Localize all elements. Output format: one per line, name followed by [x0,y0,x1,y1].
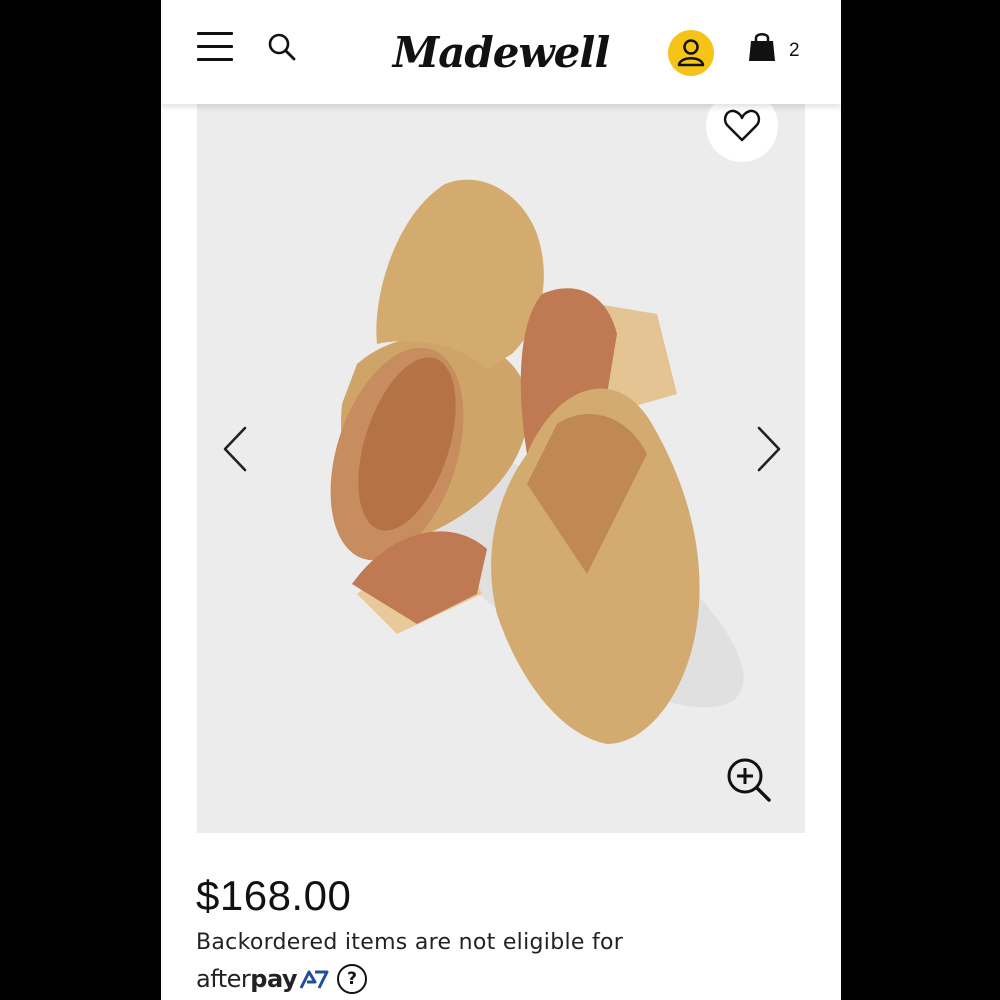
cart-count: 2 [789,40,800,61]
cart-button[interactable]: 2 [747,30,807,70]
site-header: Madewell 2 [161,0,841,104]
menu-bar-middle [197,45,233,48]
zoom-in-icon [727,758,771,802]
menu-bar-bottom [197,58,233,61]
afterpay-logo-light: after [196,965,251,993]
product-price: $168.00 [196,872,352,919]
hamburger-menu-icon [197,32,233,35]
user-icon [677,39,705,67]
previous-image-button[interactable] [213,414,257,484]
chevron-right-icon [757,426,781,472]
account-button[interactable] [668,30,714,76]
afterpay-row: afterpay ? [196,962,368,996]
next-image-button[interactable] [747,414,791,484]
afterpay-logo-bold: pay [250,965,298,993]
afterpay-notice: Backordered items are not eligible for [196,930,624,955]
chevron-left-icon [223,426,247,472]
afterpay-logo: afterpay [196,965,298,993]
afterpay-help-button[interactable]: ? [337,964,368,994]
phone-screen: Madewell 2 $168.00 Backordered items are… [161,0,841,1000]
search-button[interactable] [265,30,299,64]
zoom-button[interactable] [723,754,775,806]
search-icon [268,33,296,61]
product-image [330,179,744,744]
menu-button[interactable] [195,30,235,66]
product-gallery[interactable] [197,90,805,833]
afterpay-arrows-icon [299,970,329,989]
brand-logo[interactable]: Madewell [381,18,621,88]
shopping-bag-icon [749,33,775,61]
